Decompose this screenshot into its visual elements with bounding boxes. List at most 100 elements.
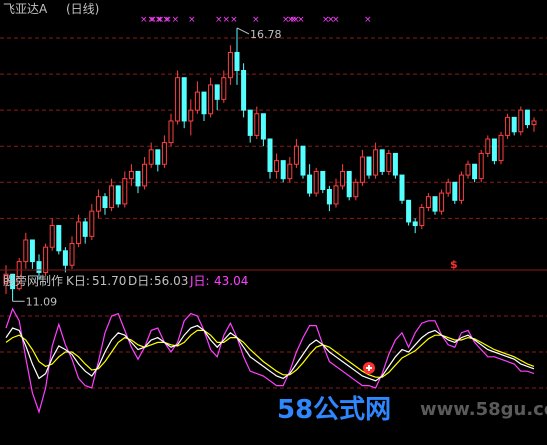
candle-body: [82, 221, 88, 237]
watermark-brand: 58公式网: [277, 395, 391, 425]
candle-body: [62, 250, 68, 266]
k-line: [5, 324, 535, 382]
candle-body: [227, 51, 233, 79]
top-marker: ×: [292, 15, 300, 25]
candle-body: [89, 210, 95, 237]
candle-body: [194, 91, 200, 111]
candle-body: [511, 116, 517, 133]
candle-body: [498, 134, 504, 162]
top-marker: ×: [332, 15, 340, 25]
buy-signal-icon: [363, 362, 375, 374]
candle-body: [406, 199, 412, 223]
candle-body: [43, 246, 49, 273]
candle-body: [439, 192, 445, 212]
candle-body: [425, 196, 431, 209]
top-marker: ×: [364, 15, 372, 25]
candle-body: [386, 152, 392, 172]
candle-body: [76, 221, 82, 245]
candle-body: [472, 163, 478, 180]
stock-chart: 飞亚达A (日线) ××××××××× × ××× × ××××× ××× × 16.781…: [0, 2, 547, 425]
candle-body: [280, 160, 286, 180]
candle-body: [188, 109, 194, 122]
candle-body: [313, 170, 319, 194]
candle-body: [307, 174, 313, 194]
low-label: 11.09: [26, 295, 57, 308]
candle-body: [168, 120, 174, 144]
watermark: 58公式网 www.58gu.com: [277, 395, 547, 425]
candle-body: [241, 69, 247, 111]
top-marker: ×: [252, 15, 260, 25]
candle-body: [214, 84, 220, 100]
candle-body: [254, 113, 260, 136]
candle-body: [267, 138, 273, 172]
candle-body: [320, 170, 326, 190]
candle-body: [201, 91, 207, 115]
candle-body: [491, 138, 497, 162]
candle-body: [432, 196, 438, 212]
candle-body: [142, 163, 148, 187]
candle-body: [524, 109, 530, 126]
chart-period: (日线): [66, 2, 99, 16]
candle-body: [458, 174, 464, 201]
candle-body: [452, 181, 458, 201]
candle-body: [95, 196, 101, 212]
candle-body: [175, 77, 181, 122]
candle-body: [181, 77, 187, 122]
candle-body: [287, 163, 293, 180]
indicator-name: 股旁网制作: [3, 273, 63, 288]
d-label: D日:: [128, 274, 153, 288]
candle-body: [135, 170, 141, 187]
candle-body: [234, 51, 240, 71]
top-marker: ×××: [215, 15, 238, 25]
candle-body: [155, 149, 161, 165]
candle-body: [531, 120, 537, 126]
candle-body: [485, 138, 491, 154]
candle-body: [247, 109, 253, 136]
candle-body: [419, 207, 425, 227]
j-label: J日:: [189, 274, 210, 288]
candle-body: [109, 185, 115, 209]
candle-body: [274, 160, 280, 172]
candle-body: [29, 239, 35, 263]
candle-body: [412, 221, 418, 227]
candle-body: [346, 170, 352, 198]
candle-body: [353, 181, 359, 198]
candle-body: [399, 174, 405, 201]
candle-body: [326, 188, 332, 205]
candle-body: [128, 170, 134, 180]
j-value: 43.04: [214, 274, 248, 288]
candle-body: [221, 77, 227, 100]
signal-glyph: $: [450, 258, 458, 271]
d-value: 56.03: [154, 274, 188, 288]
candle-body: [445, 181, 451, 194]
candle-body: [161, 142, 167, 165]
high-label: 16.78: [250, 28, 282, 41]
candle-body: [465, 163, 471, 176]
watermark-url: www.58gu.com: [420, 399, 547, 420]
price-grid: [0, 37, 547, 219]
candle-body: [56, 225, 62, 252]
candle-body: [69, 243, 75, 266]
kdj-lines: [5, 307, 535, 415]
high-pointer: [236, 27, 250, 35]
stock-title: 飞亚达A: [3, 2, 48, 16]
top-markers: ××××××××× × ××× × ××××× ××× ×: [140, 15, 372, 25]
top-marker: ×: [155, 15, 163, 25]
candle-body: [505, 116, 511, 136]
candle-body: [366, 156, 372, 176]
candle-body: [36, 261, 42, 273]
candle-body: [300, 145, 306, 176]
candle-body: [148, 149, 154, 165]
candle-body: [478, 152, 484, 180]
candle-body: [392, 152, 398, 176]
k-value: 51.70: [92, 274, 126, 288]
candle-body: [208, 84, 214, 115]
candle-body: [23, 239, 29, 263]
candle-body: [122, 178, 128, 205]
candle-body: [359, 156, 365, 183]
candle-body: [373, 149, 379, 176]
candle-body: [115, 185, 121, 205]
j-line: [5, 307, 535, 415]
candle-body: [260, 113, 266, 140]
candle-body: [293, 145, 299, 165]
